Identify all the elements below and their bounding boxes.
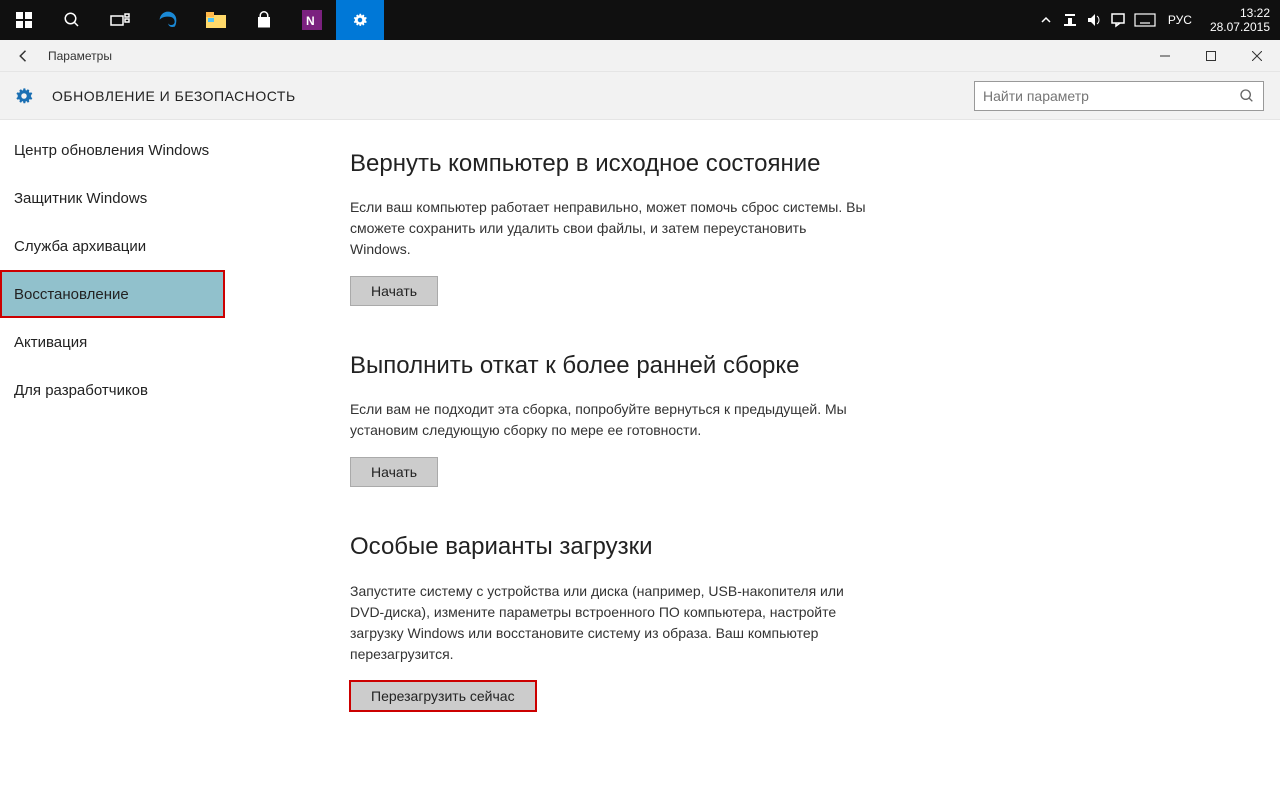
- sidebar-item-label: Защитник Windows: [14, 190, 147, 207]
- search-icon: [1239, 88, 1255, 104]
- restart-now-button[interactable]: Перезагрузить сейчас: [350, 681, 536, 711]
- section-rollback: Выполнить откат к более ранней сборке Ес…: [350, 350, 870, 487]
- section-heading: Вернуть компьютер в исходное состояние: [350, 148, 870, 179]
- start-button[interactable]: [0, 0, 48, 40]
- titlebar: Параметры: [0, 40, 1280, 72]
- settings-taskbar-icon[interactable]: [336, 0, 384, 40]
- maximize-button[interactable]: [1188, 40, 1234, 72]
- window-title: Параметры: [48, 49, 112, 63]
- sidebar-item-defender[interactable]: Защитник Windows: [0, 174, 330, 222]
- search-input[interactable]: [983, 88, 1239, 104]
- subheader: ОБНОВЛЕНИЕ И БЕЗОПАСНОСТЬ: [0, 72, 1280, 120]
- edge-icon[interactable]: [144, 0, 192, 40]
- action-center-icon[interactable]: [1106, 0, 1130, 40]
- back-button[interactable]: [0, 40, 48, 72]
- section-advanced-startup: Особые варианты загрузки Запустите систе…: [350, 531, 870, 710]
- section-reset-pc: Вернуть компьютер в исходное состояние Е…: [350, 148, 870, 306]
- clock[interactable]: 13:22 28.07.2015: [1200, 6, 1280, 34]
- minimize-button[interactable]: [1142, 40, 1188, 72]
- clock-time: 13:22: [1210, 6, 1270, 20]
- store-icon[interactable]: [240, 0, 288, 40]
- main-content: Вернуть компьютер в исходное состояние Е…: [330, 120, 1280, 800]
- tray-chevron-icon[interactable]: [1034, 0, 1058, 40]
- taskbar: N РУС 13:22 28.07.2015: [0, 0, 1280, 40]
- close-button[interactable]: [1234, 40, 1280, 72]
- gear-icon: [12, 84, 36, 108]
- search-taskbar-icon[interactable]: [48, 0, 96, 40]
- sidebar-item-label: Центр обновления Windows: [14, 142, 209, 159]
- sidebar-item-activation[interactable]: Активация: [0, 318, 330, 366]
- settings-window: Параметры ОБНОВЛЕНИЕ И БЕЗОПАСНОСТЬ Цент…: [0, 40, 1280, 800]
- sidebar-item-label: Служба архивации: [14, 238, 146, 255]
- keyboard-icon[interactable]: [1130, 0, 1160, 40]
- section-heading: Особые варианты загрузки: [350, 531, 870, 562]
- sidebar-item-label: Восстановление: [14, 286, 129, 303]
- file-explorer-icon[interactable]: [192, 0, 240, 40]
- language-indicator[interactable]: РУС: [1160, 13, 1200, 27]
- sidebar-item-developers[interactable]: Для разработчиков: [0, 366, 330, 414]
- sidebar-item-label: Активация: [14, 334, 87, 351]
- section-heading: Выполнить откат к более ранней сборке: [350, 350, 870, 381]
- onenote-icon[interactable]: N: [288, 0, 336, 40]
- volume-icon[interactable]: [1082, 0, 1106, 40]
- section-body: Запустите систему с устройства или диска…: [350, 581, 870, 665]
- reset-start-button[interactable]: Начать: [350, 276, 438, 306]
- task-view-icon[interactable]: [96, 0, 144, 40]
- svg-text:N: N: [306, 14, 315, 28]
- clock-date: 28.07.2015: [1210, 20, 1270, 34]
- network-icon[interactable]: [1058, 0, 1082, 40]
- sidebar-item-label: Для разработчиков: [14, 382, 148, 399]
- section-body: Если вам не подходит эта сборка, попробу…: [350, 399, 870, 441]
- sidebar-item-recovery[interactable]: Восстановление: [0, 270, 225, 318]
- sidebar-item-backup[interactable]: Служба архивации: [0, 222, 330, 270]
- sidebar-item-windows-update[interactable]: Центр обновления Windows: [0, 126, 330, 174]
- page-title: ОБНОВЛЕНИЕ И БЕЗОПАСНОСТЬ: [52, 88, 296, 104]
- search-box[interactable]: [974, 81, 1264, 111]
- sidebar: Центр обновления Windows Защитник Window…: [0, 120, 330, 800]
- rollback-start-button[interactable]: Начать: [350, 457, 438, 487]
- section-body: Если ваш компьютер работает неправильно,…: [350, 197, 870, 260]
